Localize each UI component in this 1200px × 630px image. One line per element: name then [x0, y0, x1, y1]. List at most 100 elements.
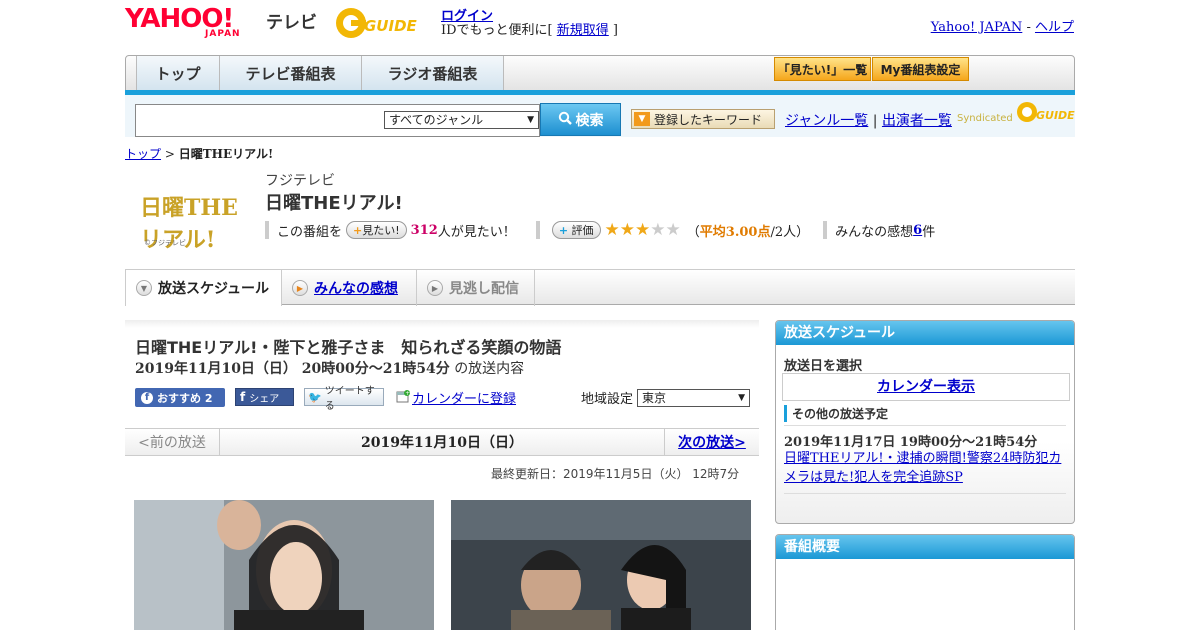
tweet-button[interactable]: 🐦 ツイートする — [304, 386, 384, 412]
calendar-register[interactable]: + カレンダーに登録 — [396, 388, 516, 407]
star-filled-icon: ★ — [619, 220, 636, 240]
calendar-show-link: カレンダー表示 — [877, 379, 975, 395]
breadcrumb-sep: > — [161, 147, 179, 161]
other-broadcast-link[interactable]: 日曜THEリアル!・逮捕の瞬間!警察24時防犯カメラは見た!犯人を完全追跡SP — [784, 449, 1068, 487]
search-button-label: 検索 — [575, 112, 604, 129]
channel-name: フジテレビ — [265, 173, 335, 189]
breadcrumb-current: 日曜THEリアル! — [178, 147, 274, 161]
tab-missed-streaming[interactable]: ▶ 見逃し配信 — [417, 270, 535, 306]
login-subtext: IDでもっと便利に[ 新規取得 ] — [441, 19, 618, 38]
chevron-down-icon: ▼ — [738, 392, 746, 403]
program-logo-copyright: ©フジテレビ — [144, 239, 186, 247]
signup-link[interactable]: 新規取得 — [557, 23, 609, 38]
svg-text:+: + — [405, 390, 410, 397]
facebook-share-button[interactable]: f シェア — [235, 388, 294, 406]
star-filled-icon: ★ — [604, 220, 620, 240]
play-circle-icon: ▶ — [292, 280, 308, 296]
calendar-show-button[interactable]: カレンダー表示 — [782, 373, 1070, 401]
main-nav: トップ テレビ番組表 ラジオ番組表 「見たい!」一覧 My番組表設定 — [125, 55, 1075, 93]
my-schedule-settings-button[interactable]: My番組表設定 — [872, 57, 969, 81]
region-label: 地域設定 — [581, 392, 634, 407]
overview-panel: 番組概要 — [775, 534, 1075, 630]
chevron-down-icon: ▼ — [527, 115, 534, 125]
want-suffix: 人が見たい！ — [437, 224, 516, 240]
syndicated-gguide-logo: Syndicated GUIDE — [957, 102, 1076, 124]
login-suffix: ] — [608, 23, 618, 38]
region-select[interactable]: 東京 ▼ — [637, 388, 751, 407]
want-count: 312 — [410, 222, 438, 238]
performer-list-link[interactable]: 出演者一覧 — [882, 113, 952, 129]
schedule-panel-title: 放送スケジュール — [776, 321, 1074, 345]
episode-photo-1 — [134, 500, 434, 630]
episode-datetime-bold: 2019年11月10日（日） 20時00分～21時54分 — [135, 361, 450, 377]
tweet-label: ツイートする — [324, 386, 375, 412]
region-setting: 地域設定 東京 ▼ — [581, 388, 751, 407]
prev-broadcast-link[interactable]: <前の放送 — [125, 429, 220, 455]
tab-top[interactable]: トップ — [136, 56, 220, 90]
program-logo: 日曜THEリアル! — [140, 195, 238, 253]
episode-header-shade — [125, 320, 759, 328]
other-broadcasts-heading: その他の放送予定 — [784, 405, 888, 422]
stats-divider — [823, 221, 828, 239]
gguide-logo[interactable]: GUIDE — [334, 6, 432, 40]
stats-divider — [535, 221, 540, 239]
overview-panel-title: 番組概要 — [776, 535, 1074, 559]
plus-icon: + — [353, 224, 363, 237]
help-link[interactable]: ヘルプ — [1035, 20, 1074, 35]
divider — [784, 493, 1066, 494]
tab-radio-schedule[interactable]: ラジオ番組表 — [362, 56, 504, 90]
rating-average: 平均3.00点 — [699, 224, 771, 240]
star-empty-icon: ★ — [650, 220, 666, 240]
tv-logo-label[interactable]: テレビ — [266, 8, 317, 33]
tab-reviews[interactable]: ▶ みんなの感想 — [282, 270, 417, 306]
yahoo-japan-link[interactable]: Yahoo! JAPAN — [931, 20, 1023, 35]
pick-date-label: 放送日を選択 — [784, 359, 863, 374]
tab-broadcast-schedule[interactable]: ▼ 放送スケジュール — [125, 270, 282, 306]
facebook-icon: f — [141, 391, 153, 404]
program-subtabs: ▼ 放送スケジュール ▶ みんなの感想 ▶ 見逃し配信 — [125, 269, 1075, 306]
broadcast-nav: <前の放送 2019年11月10日（日） 次の放送> — [125, 428, 759, 456]
header-link-dash: - — [1022, 20, 1035, 35]
rate-button[interactable]: + 評価 — [551, 221, 601, 239]
gguide-small-icon: GUIDE — [1016, 102, 1075, 122]
want-prefix: この番組を — [277, 224, 343, 240]
episode-title: 日曜THEリアル!・陛下と雅子さま 知られざる笑顔の物語 — [135, 338, 562, 357]
rating-people: /2人） — [770, 224, 810, 240]
reviews-prefix: みんなの感想 — [835, 224, 914, 240]
tab-tv-schedule[interactable]: テレビ番組表 — [220, 56, 362, 90]
reviews-count-link[interactable]: 6 — [913, 223, 922, 238]
tab-broadcast-schedule-label: 放送スケジュール — [158, 281, 270, 297]
genre-select[interactable]: すべてのジャンル ▼ — [384, 111, 539, 129]
star-empty-icon: ★ — [665, 220, 681, 240]
facebook-recommend-label: おすすめ 2 — [157, 391, 213, 405]
play-circle-icon: ▶ — [427, 280, 443, 296]
next-broadcast-link[interactable]: 次の放送> — [664, 429, 759, 455]
region-select-value: 東京 — [642, 390, 667, 405]
tab-reviews-label: みんなの感想 — [314, 281, 398, 297]
tab-missed-streaming-label: 見逃し配信 — [449, 281, 519, 297]
search-button[interactable]: 検索 — [540, 103, 621, 136]
facebook-recommend-button[interactable]: f おすすめ 2 — [135, 388, 225, 407]
calendar-register-link: カレンダーに登録 — [412, 392, 517, 407]
breadcrumb-top[interactable]: トップ — [125, 147, 161, 161]
schedule-panel: 放送スケジュール 放送日を選択 カレンダー表示 その他の放送予定 2019年11… — [775, 320, 1075, 524]
registered-keywords-button[interactable]: ▼ 登録したキーワード — [631, 109, 775, 129]
reviews-suffix: 件 — [922, 224, 936, 240]
stats-divider — [265, 221, 269, 239]
triangle-down-icon: ▼ — [634, 112, 650, 126]
want-button-label: 見たい! — [362, 224, 400, 237]
genre-list-link[interactable]: ジャンル一覧 — [785, 113, 868, 129]
episode-datetime-suffix: の放送内容 — [454, 361, 525, 377]
plus-icon: + — [558, 224, 569, 237]
down-circle-icon: ▼ — [136, 280, 152, 296]
watchlist-button[interactable]: 「見たい!」一覧 — [774, 57, 871, 81]
header-links: Yahoo! JAPAN - ヘルプ — [931, 16, 1074, 35]
search-links: ジャンル一覧 | 出演者一覧 — [785, 110, 952, 130]
facebook-icon: f — [240, 390, 246, 404]
want-button[interactable]: +見たい! — [346, 221, 407, 239]
yahoo-logo-japan: JAPAN — [205, 29, 241, 39]
search-links-divider: | — [868, 113, 882, 129]
gguide-logo-text: GUIDE — [364, 17, 418, 35]
login-prefix: IDでもっと便利に[ — [441, 23, 557, 38]
rate-button-label: 評価 — [571, 224, 594, 237]
